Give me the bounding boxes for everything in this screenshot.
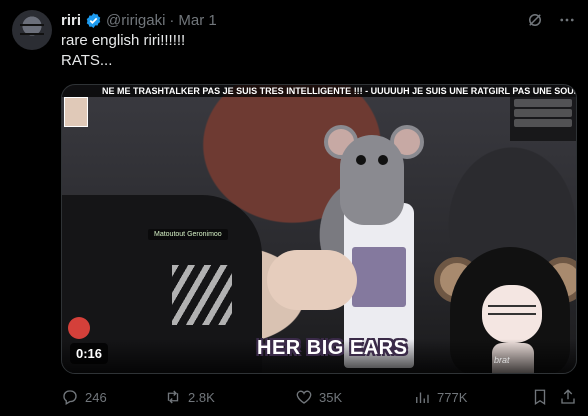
video-hand [267, 250, 357, 310]
stream-ticker: NE ME TRASHTALKER PAS JE SUIS TRES INTEL… [62, 85, 576, 97]
author-name[interactable]: riri [61, 12, 81, 29]
more-icon[interactable] [558, 11, 576, 29]
tweet-text-line: rare english riri!!!!!! [61, 32, 186, 49]
tweet-text: rare english riri!!!!!! RATS... [61, 31, 185, 71]
chat-row [514, 109, 572, 117]
bookmark-icon [534, 389, 546, 406]
rat-figure [320, 105, 424, 235]
verified-badge-icon[interactable] [85, 12, 102, 29]
bookmark-button[interactable] [531, 388, 549, 406]
rat-eye [356, 155, 366, 165]
mascot-icon [68, 317, 90, 339]
repost-button[interactable]: 2.8K [164, 388, 215, 406]
share-icon [561, 389, 575, 404]
views-chart-icon [416, 392, 429, 403]
heart-icon [296, 390, 312, 404]
like-count: 35K [319, 389, 343, 405]
tweet-date[interactable]: Mar 1 [178, 12, 216, 29]
follow-banner: Matoutout Geronimoo [148, 229, 228, 240]
vtuber-signature: brat [494, 355, 510, 365]
video-caption: HER BIG EARS [257, 337, 408, 359]
video-stripes [172, 265, 232, 325]
grok-icon[interactable] [526, 11, 544, 29]
rat-body [340, 135, 404, 225]
views-count: 777K [437, 389, 468, 405]
repost-count: 2.8K [188, 389, 215, 405]
share-button[interactable] [559, 388, 577, 406]
rat-eye [378, 155, 388, 165]
repost-icon [167, 390, 179, 404]
tweet-text-line: RATS... [61, 52, 113, 69]
stream-chat-panel [510, 97, 576, 141]
reply-count: 246 [85, 389, 107, 405]
author-handle[interactable]: @ririgaki [106, 12, 165, 29]
video-bottle-label [352, 247, 406, 307]
chat-row [514, 119, 572, 127]
author-avatar[interactable] [12, 10, 52, 50]
separator-dot: · [169, 11, 175, 29]
like-button[interactable]: 35K [295, 388, 342, 406]
stream-cam-thumbnail [64, 97, 88, 127]
views-button[interactable]: 777K [413, 388, 467, 406]
reply-button[interactable]: 246 [61, 388, 107, 406]
video-player[interactable]: NE ME TRASHTALKER PAS JE SUIS TRES INTEL… [61, 84, 577, 374]
vtuber-glasses [488, 305, 536, 315]
header-actions [526, 11, 576, 29]
video-duration-badge: 0:16 [70, 343, 109, 364]
reply-icon [63, 390, 77, 405]
chat-row [514, 99, 572, 107]
tweet-header: riri @ririgaki · Mar 1 [61, 10, 576, 30]
tweet-actions: 246 2.8K 35K 777K [61, 387, 576, 407]
